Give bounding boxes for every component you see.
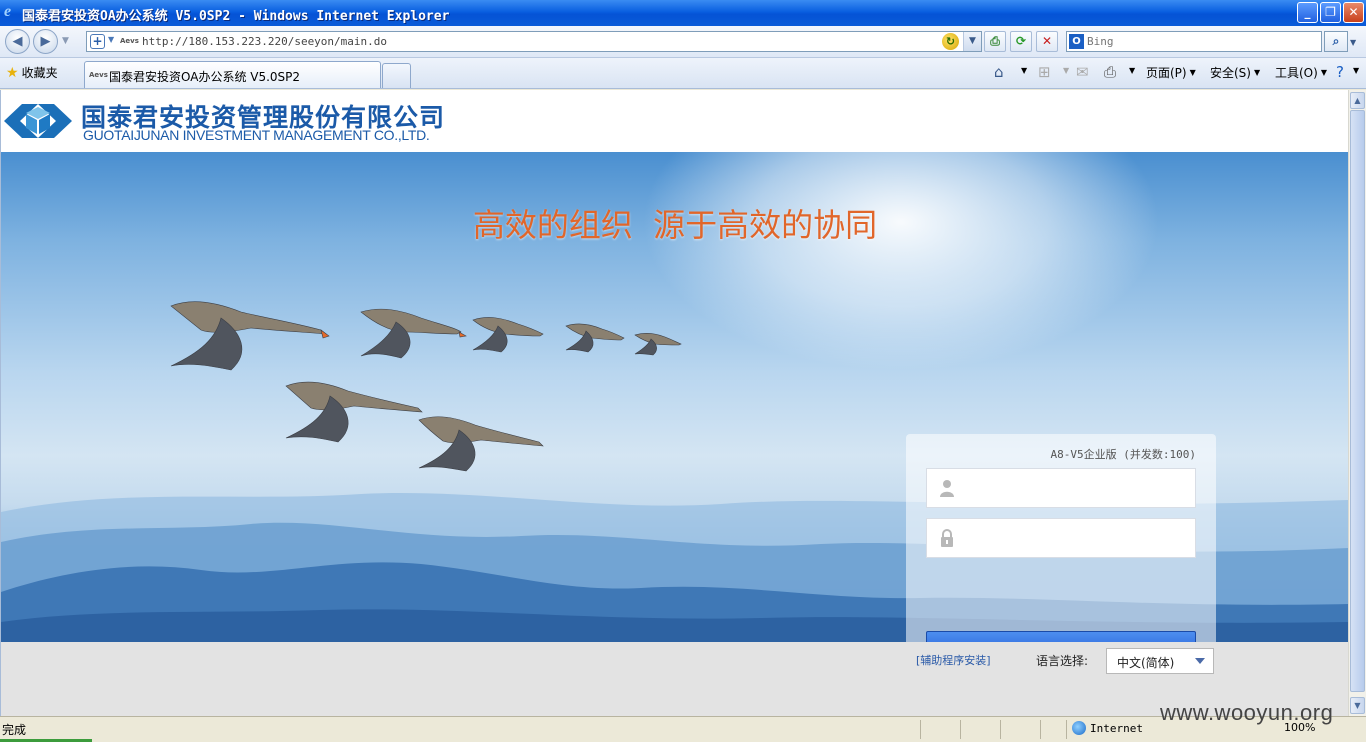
compatibility-view-icon[interactable]: ↻ (942, 33, 959, 50)
safety-menu[interactable]: 安全(S) ▼ (1210, 64, 1260, 81)
helper-install-link[interactable]: [辅助程序安装] (916, 652, 991, 668)
language-value: 中文(简体) (1117, 656, 1175, 670)
ie-logo-icon: e (4, 3, 12, 20)
status-text: 完成 (2, 723, 27, 737)
feeds-icon[interactable]: ⊞ (1038, 63, 1051, 81)
search-provider-icon: O (1069, 34, 1084, 49)
address-toolbar: ◀ ▶ ▼ + ▼ Aevs http://180.153.223.220/se… (0, 26, 1366, 58)
scroll-up-icon[interactable]: ▲ (1350, 92, 1365, 109)
site-header: 国泰君安投资管理股份有限公司 GUOTAIJUNAN INVESTMENT MA… (1, 90, 1348, 152)
globe-icon (1072, 721, 1086, 735)
security-zone[interactable]: Internet (1072, 721, 1143, 735)
hero-banner: 高效的组织 源于高效的协同 A8-V5企业版 (并发数:100) (1, 152, 1348, 642)
new-tab-button[interactable] (382, 63, 411, 88)
lock-icon (941, 529, 953, 547)
status-divider (1000, 720, 1001, 739)
search-options-icon[interactable]: ▼ (1350, 38, 1356, 47)
scroll-thumb[interactable] (1350, 110, 1365, 692)
print-dropdown-icon[interactable]: ▼ (1126, 64, 1135, 78)
title-bar: e 国泰君安投资OA办公系统 V5.0SP2 - Windows Interne… (0, 0, 1366, 26)
login-panel: A8-V5企业版 (并发数:100) 登录 (906, 434, 1216, 642)
ie-window: e 国泰君安投资OA办公系统 V5.0SP2 - Windows Interne… (0, 0, 1366, 742)
tab-current[interactable]: Aevs 国泰君安投资OA办公系统 V5.0SP2 (84, 61, 381, 88)
minimize-button[interactable]: _ (1297, 2, 1318, 23)
search-icon[interactable]: ⌕ (1324, 31, 1348, 52)
maximize-button[interactable]: ❐ (1320, 2, 1341, 23)
username-input[interactable] (963, 477, 1188, 499)
watermark-text: www.wooyun.org (1160, 700, 1334, 725)
company-logo-icon (4, 104, 72, 138)
vertical-scrollbar[interactable]: ▲ ▼ (1348, 90, 1366, 716)
address-bar[interactable]: + ▼ Aevs http://180.153.223.220/seeyon/m… (86, 31, 982, 52)
refresh-icon[interactable]: ⟳ (1010, 31, 1032, 52)
search-input[interactable] (1087, 33, 1317, 50)
password-field[interactable] (926, 518, 1196, 558)
language-select[interactable]: 中文(简体) (1106, 648, 1214, 674)
home-dropdown-icon[interactable]: ▼ (1018, 64, 1027, 78)
status-divider (1066, 720, 1067, 739)
favorites-button[interactable]: ★ 收藏夹 (6, 64, 58, 81)
username-field[interactable] (926, 468, 1196, 508)
zone-label: Internet (1090, 722, 1143, 735)
page-footer: [辅助程序安装] 语言选择: 中文(简体) (1, 642, 1348, 716)
print-icon[interactable]: ⎙ (1104, 63, 1116, 81)
chevron-down-icon (1195, 658, 1205, 664)
window-title: 国泰君安投资OA办公系统 V5.0SP2 - Windows Internet … (22, 9, 450, 24)
close-window-button[interactable]: ✕ (1343, 2, 1364, 23)
status-divider (960, 720, 961, 739)
hero-slogan: 高效的组织 源于高效的协同 (472, 206, 878, 244)
help-icon[interactable]: ? (1336, 63, 1344, 81)
url-text[interactable]: http://180.153.223.220/seeyon/main.do (142, 35, 387, 48)
address-dropdown-icon[interactable]: ▼ (963, 32, 981, 51)
safety-menu-label: 安全(S) (1210, 66, 1251, 80)
stop-icon[interactable]: ✕ (1036, 31, 1058, 52)
login-button[interactable]: 登录 (926, 631, 1196, 642)
tab-label: 国泰君安投资OA办公系统 V5.0SP2 (109, 70, 301, 84)
password-input[interactable] (963, 527, 1188, 549)
page-menu[interactable]: 页面(P) ▼ (1146, 64, 1196, 81)
help-dropdown-icon[interactable]: ▼ (1350, 64, 1359, 78)
page-menu-label: 页面(P) (1146, 66, 1187, 80)
page-viewport: 国泰君安投资管理股份有限公司 GUOTAIJUNAN INVESTMENT MA… (0, 90, 1348, 716)
home-icon[interactable]: ⌂ (994, 63, 1004, 81)
mail-icon[interactable]: ✉ (1076, 63, 1089, 81)
status-divider (1040, 720, 1041, 739)
tab-favicon: Aevs (89, 71, 108, 79)
forward-button[interactable]: ▶ (33, 29, 58, 54)
favorites-label: 收藏夹 (21, 66, 58, 80)
language-label: 语言选择: (1036, 654, 1089, 668)
edition-label: A8-V5企业版 (并发数:100) (1050, 448, 1196, 461)
compat-page-icon[interactable]: ⎙ (984, 31, 1006, 52)
company-name-en: GUOTAIJUNAN INVESTMENT MANAGEMENT CO.,LT… (83, 127, 430, 143)
feeds-dropdown-icon[interactable]: ▼ (1060, 64, 1069, 78)
status-divider (920, 720, 921, 739)
star-icon: ★ (6, 65, 19, 81)
tools-menu[interactable]: 工具(O) ▼ (1275, 64, 1327, 81)
tab-bar: ★ 收藏夹 Aevs 国泰君安投资OA办公系统 V5.0SP2 ⌂ ▼ ⊞ ▼ ✉… (0, 58, 1366, 89)
user-icon (940, 480, 954, 497)
site-favicon: Aevs (120, 37, 139, 45)
tools-menu-label: 工具(O) (1275, 66, 1318, 80)
chevron-down-icon[interactable]: ▼ (108, 35, 114, 44)
history-dropdown-icon[interactable]: ▼ (62, 36, 69, 46)
scroll-down-icon[interactable]: ▼ (1350, 697, 1365, 714)
back-button[interactable]: ◀ (5, 29, 30, 54)
add-favorite-icon[interactable]: + (90, 34, 105, 49)
search-box[interactable]: O (1066, 31, 1322, 52)
